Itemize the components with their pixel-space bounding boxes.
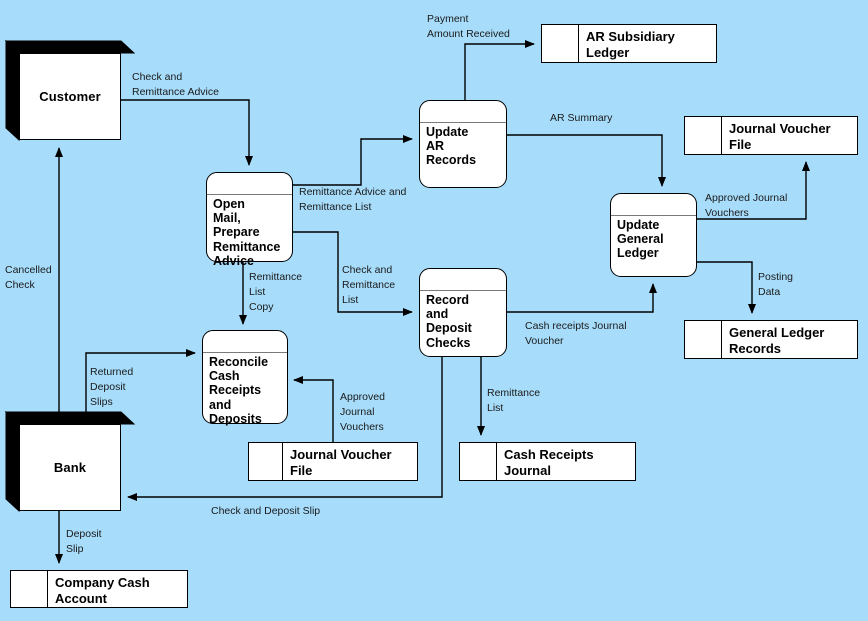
flow-label-cash-receipts-journal-voucher: Cash receipts Journal Voucher [525,320,627,347]
flow-label-posting-data: Posting Data [758,271,794,298]
flow-label-payment-amount-received: Payment Amount Received [427,13,510,40]
process-header-rule [207,194,292,195]
process-update-general-ledger[interactable]: Update General Ledger [610,193,697,277]
flow-label-deposit-slip: Deposit Slip [66,528,102,555]
flow-line-remittance-advice-and-list [293,135,413,186]
flow-label-approved-journal-vouchers-gl: Approved Journal Vouchers [705,192,788,219]
process-header-rule [420,122,506,123]
process-header-rule [203,352,287,353]
store-divider [578,25,579,62]
flow-line-cash-receipts-journal-voucher [507,283,657,313]
data-store-label-journal-voucher-file-right: Journal Voucher File [729,121,831,152]
data-store-label-journal-voucher-file-bottom: Journal Voucher File [290,447,392,478]
entity-label-customer: Customer [39,89,101,104]
flow-label-cancelled-check: Cancelled Check [5,264,52,291]
data-store-ar-subsidiary-ledger[interactable]: AR Subsidiary Ledger [541,24,717,63]
process-open-mail[interactable]: Open Mail, Prepare Remittance Advice [206,172,293,268]
entity-label-bank: Bank [53,460,87,475]
store-divider [721,321,722,358]
bank-face: Bank [19,424,121,511]
process-reconcile-cash-receipts[interactable]: Reconcile Cash Receipts and Deposits [202,330,288,426]
flow-line-payment-amount-received [464,40,535,100]
dfd-canvas: Customer Bank Open Mail, Prepare Remitta… [0,0,868,621]
store-divider [47,571,48,607]
process-label-reconcile-cash-receipts: Reconcile Cash Receipts and Deposits [209,355,269,426]
flow-label-check-and-remittance-advice: Check and Remittance Advice [132,71,219,98]
entity-bank[interactable]: Bank [4,410,136,520]
store-divider [721,117,722,154]
entity-customer[interactable]: Customer [4,39,136,149]
process-label-open-mail: Open Mail, Prepare Remittance Advice [213,197,281,268]
flow-line-ar-summary [507,134,666,187]
flow-line-posting-data [697,261,756,314]
process-header-rule [420,290,506,291]
customer-face: Customer [19,53,121,140]
data-store-general-ledger-records[interactable]: General Ledger Records [684,320,858,359]
data-store-journal-voucher-file-bottom[interactable]: Journal Voucher File [248,442,418,481]
flow-label-remittance-list: Remittance List [487,387,541,414]
process-label-record-and-deposit-checks: Record and Deposit Checks [426,293,472,350]
process-label-update-general-ledger: Update General Ledger [617,218,664,261]
store-divider [282,443,283,480]
data-store-journal-voucher-file-right[interactable]: Journal Voucher File [684,116,858,155]
store-divider [496,443,497,480]
flow-label-remittance-advice-and-list: Remittance Advice and Remittance List [299,186,407,213]
data-store-label-cash-receipts-journal: Cash Receipts Journal [504,447,594,478]
flow-label-approved-journal-vouchers-reconcile: Approved Journal Vouchers [340,391,385,433]
flow-label-remittance-list-copy: Remittance List Copy [249,271,303,313]
process-record-and-deposit-checks[interactable]: Record and Deposit Checks [419,268,507,357]
process-update-ar-records[interactable]: Update AR Records [419,100,507,188]
process-label-update-ar-records: Update AR Records [426,125,477,168]
data-store-label-company-cash-account: Company Cash Account [55,575,150,606]
data-store-cash-receipts-journal[interactable]: Cash Receipts Journal [459,442,636,481]
flow-line-approved-journal-vouchers-reconcile [293,376,334,442]
process-header-rule [611,215,696,216]
data-store-label-general-ledger-records: General Ledger Records [729,325,825,356]
flow-label-check-and-deposit-slip: Check and Deposit Slip [211,505,321,517]
flow-line-check-and-remittance-advice [121,99,253,166]
flow-label-ar-summary: AR Summary [550,112,613,124]
flow-label-check-and-remittance-list: Check and Remittance List [342,264,396,306]
data-store-label-ar-subsidiary-ledger: AR Subsidiary Ledger [586,29,675,60]
data-store-company-cash-account[interactable]: Company Cash Account [10,570,188,608]
flow-label-returned-deposit-slips: Returned Deposit Slips [90,366,134,408]
